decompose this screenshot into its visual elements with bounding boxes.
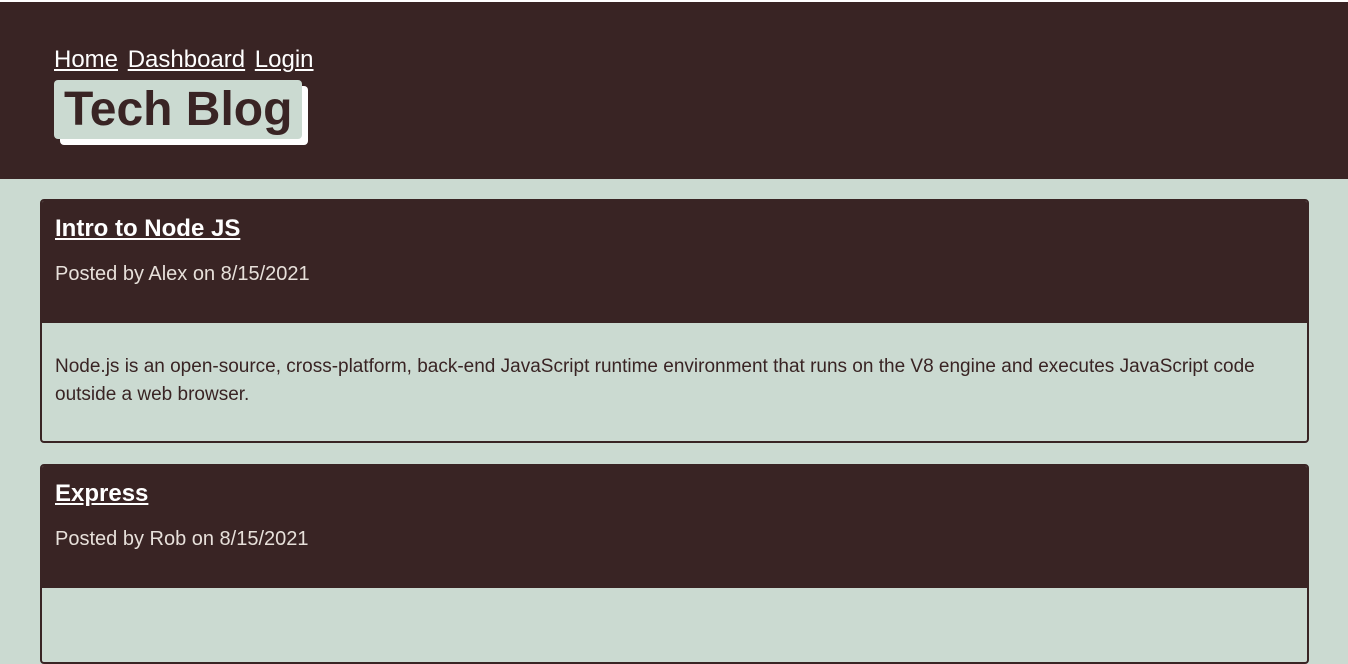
main-nav: Home Dashboard Login [54,46,317,74]
site-header: Home Dashboard Login Tech Blog [0,2,1348,179]
post-card-intro-to-node-js: Intro to Node JS Posted by Alex on 8/15/… [40,199,1309,443]
post-title-link[interactable]: Express [55,480,148,508]
post-meta: Posted by Rob on 8/15/2021 [55,528,309,550]
post-body: Node.js is an open-source, cross-platfor… [55,356,1255,405]
nav-home-link[interactable]: Home [54,46,118,73]
brand-title: Tech Blog [54,80,302,139]
post-meta: Posted by Alex on 8/15/2021 [55,263,310,285]
post-title-link[interactable]: Intro to Node JS [55,215,240,243]
nav-login-link[interactable]: Login [255,46,314,73]
post-header: Intro to Node JS Posted by Alex on 8/15/… [42,201,1307,323]
post-header: Express Posted by Rob on 8/15/2021 [42,466,1307,588]
post-body [42,588,1307,618]
nav-dashboard-link[interactable]: Dashboard [128,46,245,73]
post-card-express: Express Posted by Rob on 8/15/2021 [40,464,1309,664]
